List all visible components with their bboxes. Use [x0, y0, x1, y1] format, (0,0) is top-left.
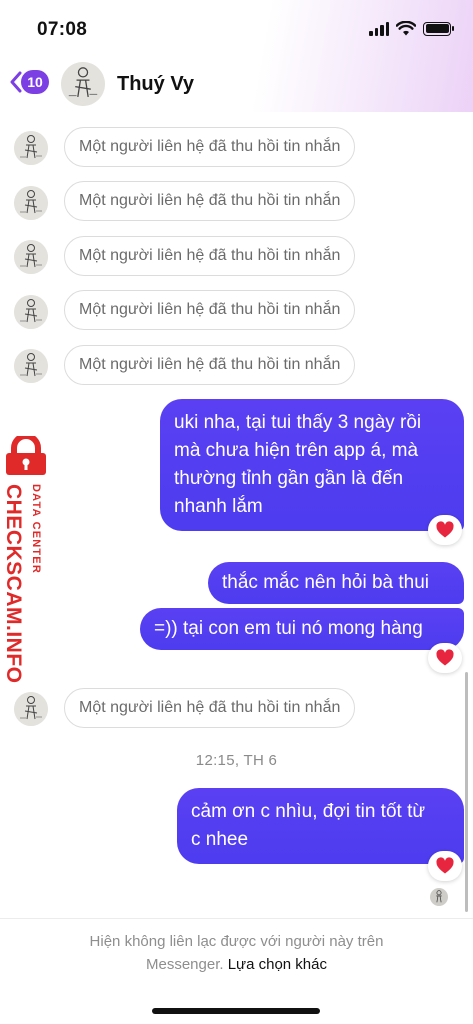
scrollbar[interactable]	[465, 672, 468, 912]
heart-reaction[interactable]	[428, 515, 462, 545]
heart-icon	[436, 857, 454, 874]
timestamp-separator: 12:15, TH 6	[195, 752, 278, 769]
heart-reaction[interactable]	[428, 851, 462, 881]
outgoing-message[interactable]: =)) tại con em tui nó mong hàng	[140, 608, 464, 650]
other-options-link[interactable]: Lựa chọn khác	[228, 956, 327, 973]
status-time: 07:08	[37, 19, 88, 40]
footer-divider	[0, 918, 473, 919]
heart-icon	[436, 649, 454, 666]
sender-avatar[interactable]	[14, 295, 48, 329]
sender-avatar[interactable]	[14, 131, 48, 165]
recalled-message[interactable]: Một người liên hệ đã thu hồi tin nhắn	[64, 688, 356, 728]
watermark-title: CHECKSCAM.INFO	[2, 484, 25, 684]
notice-text-2: Messenger.	[146, 956, 224, 973]
home-indicator[interactable]	[152, 1008, 320, 1014]
battery-icon	[423, 21, 454, 36]
contact-name[interactable]: Thuý Vy	[117, 73, 194, 96]
recalled-message[interactable]: Một người liên hệ đã thu hồi tin nhắn	[64, 127, 356, 167]
notice-text: Hiện không liên lạc được với người này t…	[89, 933, 384, 950]
notice-line-2: Messenger. Lựa chọn khác	[0, 953, 473, 976]
sender-avatar[interactable]	[14, 186, 48, 220]
recalled-message[interactable]: Một người liên hệ đã thu hồi tin nhắn	[64, 345, 356, 385]
heart-reaction[interactable]	[428, 643, 462, 673]
recalled-message[interactable]: Một người liên hệ đã thu hồi tin nhắn	[64, 290, 356, 330]
back-button[interactable]: 10	[10, 70, 49, 94]
message-line: nhanh lắm	[174, 496, 263, 517]
sender-avatar[interactable]	[14, 692, 48, 726]
sender-avatar[interactable]	[14, 349, 48, 383]
heart-icon	[436, 521, 454, 538]
outgoing-message[interactable]: thắc mắc nên hỏi bà thui	[208, 562, 464, 604]
watermark-subtitle: DATA CENTER	[30, 484, 42, 574]
recalled-message[interactable]: Một người liên hệ đã thu hồi tin nhắn	[64, 181, 356, 221]
recalled-message[interactable]: Một người liên hệ đã thu hồi tin nhắn	[64, 236, 356, 276]
message-line: thắc mắc nên hỏi bà thui	[222, 572, 430, 593]
signal-icon	[369, 21, 389, 36]
message-line: =)) tại con em tui nó mong hàng	[154, 618, 423, 639]
message-line: uki nha, tại tui thấy 3 ngày rồi	[174, 412, 422, 433]
contact-avatar[interactable]	[61, 62, 105, 106]
sender-avatar[interactable]	[14, 240, 48, 274]
message-line: cảm ơn c nhìu, đợi tin tốt từ	[191, 801, 426, 822]
status-icons	[369, 21, 454, 36]
unread-count-badge: 10	[21, 70, 49, 94]
outgoing-message[interactable]: uki nha, tại tui thấy 3 ngày rồi mà chưa…	[160, 399, 464, 531]
message-line: c nhee	[191, 829, 249, 850]
lock-icon	[6, 436, 46, 475]
seen-avatar	[430, 888, 448, 906]
unavailable-notice: Hiện không liên lạc được với người này t…	[0, 930, 473, 976]
message-line: thường tỉnh gần gần là đến	[174, 468, 404, 489]
wifi-icon	[396, 21, 416, 36]
outgoing-message[interactable]: cảm ơn c nhìu, đợi tin tốt từ c nhee	[177, 788, 464, 864]
message-line: mà chưa hiện trên app á, mà	[174, 440, 419, 461]
